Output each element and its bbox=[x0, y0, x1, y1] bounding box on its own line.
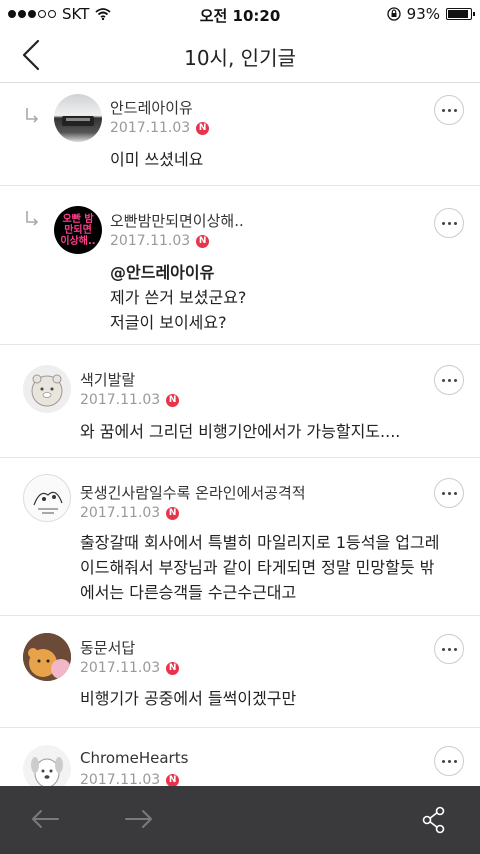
arrow-left-icon[interactable] bbox=[30, 808, 60, 830]
comment-username[interactable]: 색기발랄 bbox=[80, 369, 135, 390]
comment-list[interactable]: 안드레아이유 2017.11.03 N 이미 쓰셨네요 오빤 밤만되면 이상해.… bbox=[0, 83, 480, 786]
comment-text: 제가 쓴거 보셨군요? 저글이 보이세요? bbox=[110, 288, 247, 332]
date-text: 2017.11.03 bbox=[80, 392, 161, 408]
more-options-button[interactable] bbox=[434, 95, 464, 125]
comment-mention[interactable]: @안드레아이유 bbox=[110, 260, 246, 285]
text-avatar[interactable]: 오빤 밤만되면 이상해.. bbox=[54, 206, 102, 254]
comment-username[interactable]: 오빤밤만되면이상해.. bbox=[110, 210, 244, 231]
share-icon[interactable] bbox=[422, 806, 446, 834]
comment-date: 2017.11.03 N bbox=[110, 120, 210, 136]
reply-arrow-icon bbox=[26, 108, 39, 123]
date-text: 2017.11.03 bbox=[80, 660, 161, 676]
comment-text: 출장갈때 회사에서 특별히 마일리지로 1등석을 업그레 이드해줘서 부장님과 … bbox=[80, 533, 440, 602]
more-options-button[interactable] bbox=[434, 634, 464, 664]
new-badge: N bbox=[196, 234, 210, 248]
comment-username[interactable]: 못생긴사람일수록 온라인에서공격적 bbox=[80, 482, 306, 503]
orientation-lock-icon bbox=[387, 7, 401, 21]
more-options-button[interactable] bbox=[434, 478, 464, 508]
new-badge: N bbox=[166, 661, 180, 675]
comment-username[interactable]: 동문서답 bbox=[80, 637, 135, 658]
bear-avatar[interactable] bbox=[23, 633, 71, 681]
date-text: 2017.11.03 bbox=[110, 120, 191, 136]
date-text: 2017.11.03 bbox=[80, 772, 161, 786]
comment-username[interactable]: 안드레아이유 bbox=[110, 97, 193, 118]
car-photo-avatar[interactable] bbox=[54, 94, 102, 142]
new-badge: N bbox=[166, 393, 180, 407]
more-options-button[interactable] bbox=[434, 746, 464, 776]
comment-text: 이미 쓰셨네요 bbox=[110, 150, 204, 169]
avatar-caption: 오빤 밤만되면 이상해.. bbox=[60, 213, 96, 247]
comment-date: 2017.11.03 N bbox=[80, 505, 180, 521]
arrow-right-icon[interactable] bbox=[124, 808, 154, 830]
character-avatar[interactable] bbox=[23, 365, 71, 413]
comment-item: 못생긴사람일수록 온라인에서공격적 2017.11.03 N 출장갈때 회사에서… bbox=[0, 458, 480, 616]
sketch-avatar[interactable] bbox=[23, 474, 71, 522]
comment-item: 동문서답 2017.11.03 N 비행기가 공중에서 들썩이겠구만 bbox=[0, 616, 480, 728]
comment-date: 2017.11.03 N bbox=[110, 233, 210, 249]
comment-item: 오빤 밤만되면 이상해.. 오빤밤만되면이상해.. 2017.11.03 N @… bbox=[0, 186, 480, 345]
comment-username[interactable]: ChromeHearts bbox=[80, 749, 188, 767]
new-badge: N bbox=[166, 506, 180, 520]
comment-text: 비행기가 공중에서 들썩이겠구만 bbox=[80, 689, 297, 708]
reply-arrow-icon bbox=[26, 211, 39, 226]
comment-item: ChromeHearts 2017.11.03 N bbox=[0, 728, 480, 786]
comment-body: @안드레아이유 제가 쓴거 보셨군요? 저글이 보이세요? bbox=[110, 260, 246, 335]
battery-percent: 93% bbox=[406, 5, 440, 23]
page-title: 10시, 인기글 bbox=[184, 46, 296, 70]
comment-item: 안드레아이유 2017.11.03 N 이미 쓰셨네요 bbox=[0, 83, 480, 186]
comment-date: 2017.11.03 N bbox=[80, 772, 180, 786]
comment-text: 와 꿈에서 그리던 비행기안에서가 가능할지도.... bbox=[80, 422, 401, 441]
status-bar: SKT 오전 10:20 93% bbox=[0, 0, 480, 28]
dog-avatar[interactable] bbox=[23, 745, 71, 786]
date-text: 2017.11.03 bbox=[80, 505, 161, 521]
battery-icon bbox=[446, 8, 475, 20]
new-badge: N bbox=[166, 773, 180, 786]
bottom-toolbar bbox=[0, 786, 480, 854]
more-options-button[interactable] bbox=[434, 208, 464, 238]
battery-area: 93% bbox=[387, 5, 475, 23]
new-badge: N bbox=[196, 121, 210, 135]
comment-item: 색기발랄 2017.11.03 N 와 꿈에서 그리던 비행기안에서가 가능할지… bbox=[0, 345, 480, 458]
comment-date: 2017.11.03 N bbox=[80, 392, 180, 408]
comment-date: 2017.11.03 N bbox=[80, 660, 180, 676]
date-text: 2017.11.03 bbox=[110, 233, 191, 249]
nav-header: 10시, 인기글 bbox=[0, 28, 480, 83]
more-options-button[interactable] bbox=[434, 365, 464, 395]
